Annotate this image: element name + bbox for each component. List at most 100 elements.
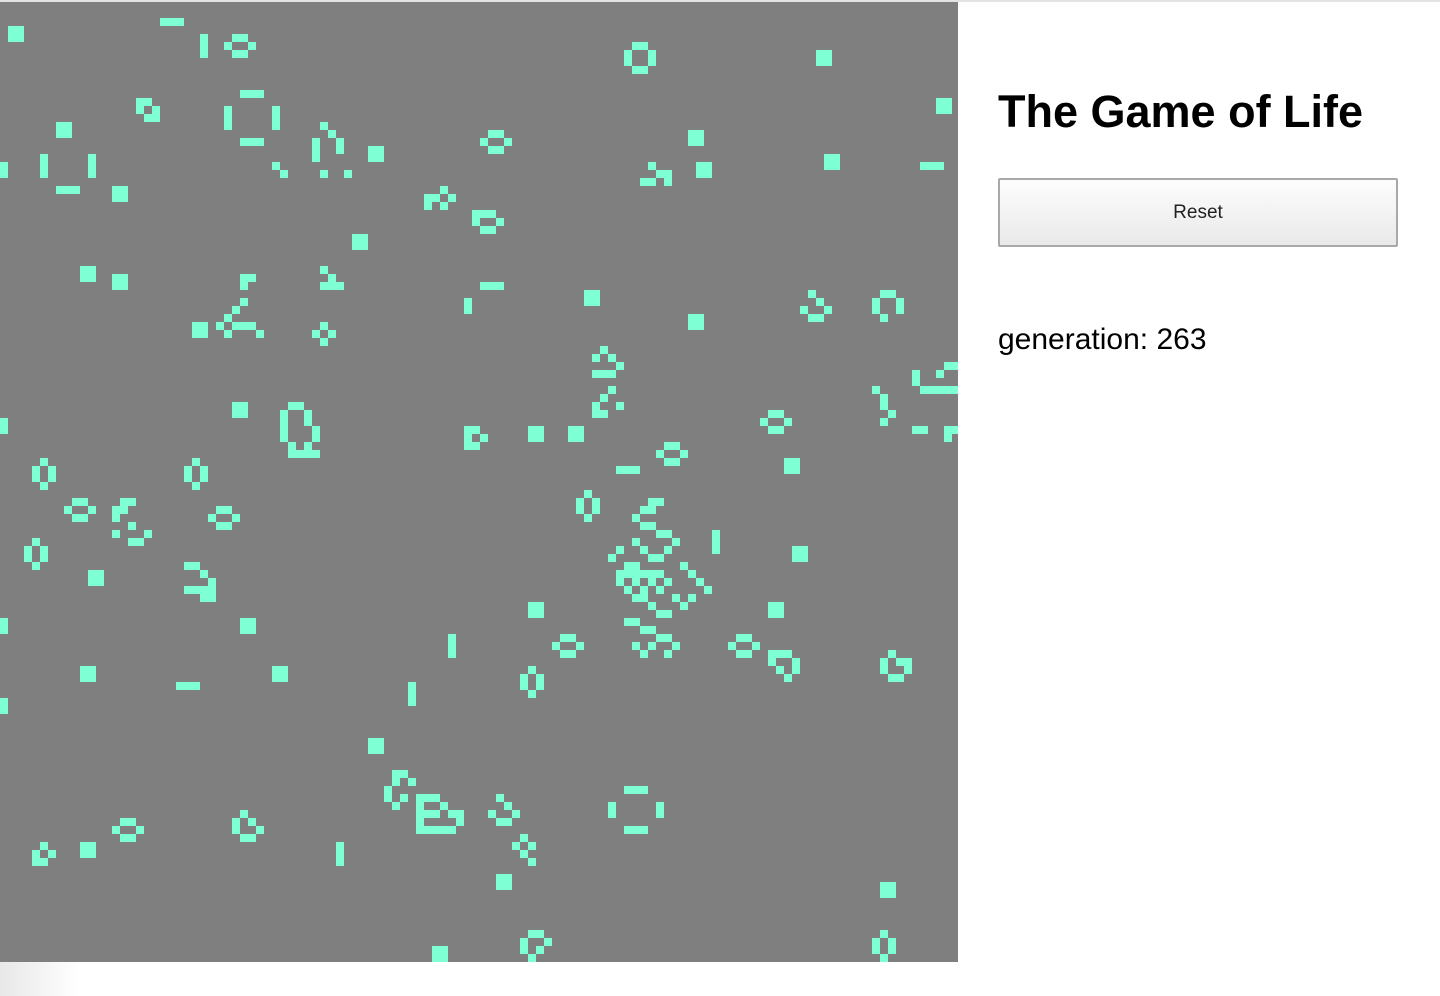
live-cell[interactable] xyxy=(280,410,288,418)
live-cell[interactable] xyxy=(728,642,736,650)
live-cell[interactable] xyxy=(280,666,288,674)
live-cell[interactable] xyxy=(600,410,608,418)
live-cell[interactable] xyxy=(432,826,440,834)
live-cell[interactable] xyxy=(320,266,328,274)
live-cell[interactable] xyxy=(88,850,96,858)
live-cell[interactable] xyxy=(584,490,592,498)
live-cell[interactable] xyxy=(952,386,958,394)
live-cell[interactable] xyxy=(656,634,664,642)
live-cell[interactable] xyxy=(416,794,424,802)
live-cell[interactable] xyxy=(272,106,280,114)
live-cell[interactable] xyxy=(256,826,264,834)
reset-button[interactable]: Reset xyxy=(998,178,1398,247)
live-cell[interactable] xyxy=(912,370,920,378)
live-cell[interactable] xyxy=(888,650,896,658)
live-cell[interactable] xyxy=(256,90,264,98)
live-cell[interactable] xyxy=(664,442,672,450)
live-cell[interactable] xyxy=(784,418,792,426)
live-cell[interactable] xyxy=(480,282,488,290)
live-cell[interactable] xyxy=(232,34,240,42)
live-cell[interactable] xyxy=(232,402,240,410)
live-cell[interactable] xyxy=(144,114,152,122)
live-cell[interactable] xyxy=(872,946,880,954)
live-cell[interactable] xyxy=(88,154,96,162)
live-cell[interactable] xyxy=(80,274,88,282)
live-cell[interactable] xyxy=(448,826,456,834)
live-cell[interactable] xyxy=(952,426,958,434)
live-cell[interactable] xyxy=(336,282,344,290)
live-cell[interactable] xyxy=(568,634,576,642)
live-cell[interactable] xyxy=(336,138,344,146)
live-cell[interactable] xyxy=(944,434,952,442)
live-cell[interactable] xyxy=(632,66,640,74)
live-cell[interactable] xyxy=(376,146,384,154)
live-cell[interactable] xyxy=(40,858,48,866)
live-cell[interactable] xyxy=(776,666,784,674)
live-cell[interactable] xyxy=(80,498,88,506)
live-cell[interactable] xyxy=(88,666,96,674)
live-cell[interactable] xyxy=(576,642,584,650)
live-cell[interactable] xyxy=(616,466,624,474)
live-cell[interactable] xyxy=(744,634,752,642)
live-cell[interactable] xyxy=(464,426,472,434)
live-cell[interactable] xyxy=(368,154,376,162)
live-cell[interactable] xyxy=(40,842,48,850)
live-cell[interactable] xyxy=(664,546,672,554)
live-cell[interactable] xyxy=(792,546,800,554)
live-cell[interactable] xyxy=(584,298,592,306)
live-cell[interactable] xyxy=(896,298,904,306)
live-cell[interactable] xyxy=(688,322,696,330)
live-cell[interactable] xyxy=(608,354,616,362)
live-cell[interactable] xyxy=(528,666,536,674)
live-cell[interactable] xyxy=(592,498,600,506)
live-cell[interactable] xyxy=(232,306,240,314)
live-cell[interactable] xyxy=(80,266,88,274)
live-cell[interactable] xyxy=(240,138,248,146)
live-cell[interactable] xyxy=(464,434,472,442)
live-cell[interactable] xyxy=(488,146,496,154)
live-cell[interactable] xyxy=(496,874,504,882)
live-cell[interactable] xyxy=(656,610,664,618)
live-cell[interactable] xyxy=(936,370,944,378)
live-cell[interactable] xyxy=(688,130,696,138)
live-cell[interactable] xyxy=(272,162,280,170)
live-cell[interactable] xyxy=(912,378,920,386)
live-cell[interactable] xyxy=(0,426,8,434)
live-cell[interactable] xyxy=(424,810,432,818)
live-cell[interactable] xyxy=(408,682,416,690)
live-cell[interactable] xyxy=(808,290,816,298)
live-cell[interactable] xyxy=(456,810,464,818)
live-cell[interactable] xyxy=(248,618,256,626)
live-cell[interactable] xyxy=(488,226,496,234)
live-cell[interactable] xyxy=(80,666,88,674)
live-cell[interactable] xyxy=(32,562,40,570)
live-cell[interactable] xyxy=(112,274,120,282)
live-cell[interactable] xyxy=(88,842,96,850)
live-cell[interactable] xyxy=(240,402,248,410)
live-cell[interactable] xyxy=(656,570,664,578)
live-cell[interactable] xyxy=(528,930,536,938)
live-cell[interactable] xyxy=(824,306,832,314)
live-cell[interactable] xyxy=(256,138,264,146)
live-cell[interactable] xyxy=(312,330,320,338)
live-cell[interactable] xyxy=(200,586,208,594)
live-cell[interactable] xyxy=(776,610,784,618)
live-cell[interactable] xyxy=(520,938,528,946)
live-cell[interactable] xyxy=(528,954,536,962)
live-cell[interactable] xyxy=(576,498,584,506)
live-cell[interactable] xyxy=(384,786,392,794)
live-cell[interactable] xyxy=(296,450,304,458)
live-cell[interactable] xyxy=(400,794,408,802)
live-cell[interactable] xyxy=(312,154,320,162)
live-cell[interactable] xyxy=(0,626,8,634)
live-cell[interactable] xyxy=(64,186,72,194)
live-cell[interactable] xyxy=(896,674,904,682)
live-cell[interactable] xyxy=(784,458,792,466)
live-cell[interactable] xyxy=(40,162,48,170)
live-cell[interactable] xyxy=(40,458,48,466)
live-cell[interactable] xyxy=(288,442,296,450)
live-cell[interactable] xyxy=(336,842,344,850)
live-cell[interactable] xyxy=(880,394,888,402)
live-cell[interactable] xyxy=(816,50,824,58)
live-cell[interactable] xyxy=(944,362,952,370)
